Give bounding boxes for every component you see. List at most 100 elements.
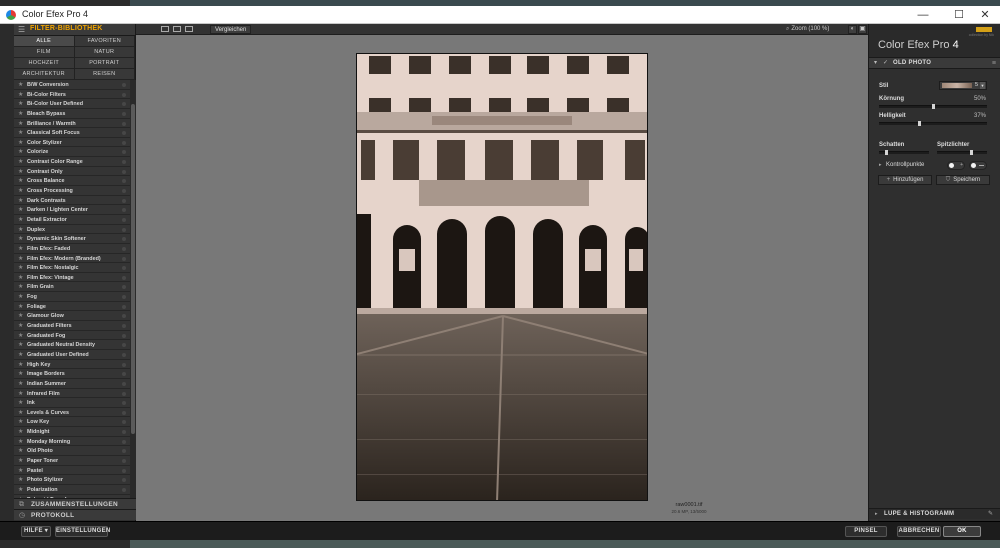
category-tab-alle[interactable]: ALLE (14, 36, 75, 47)
ok-button[interactable]: OK (943, 526, 981, 537)
favorite-star-icon[interactable]: ★ (18, 380, 23, 388)
filter-list-item[interactable]: ★ Old Photo (14, 446, 130, 456)
favorite-star-icon[interactable]: ★ (18, 293, 23, 301)
favorite-star-icon[interactable]: ★ (18, 467, 23, 475)
split-view-icon[interactable] (173, 26, 181, 32)
filter-menu-icon[interactable]: ≡ (992, 59, 996, 68)
koernung-slider-knob[interactable] (931, 104, 935, 109)
favorite-star-icon[interactable]: ★ (18, 139, 23, 147)
zoom-control[interactable]: ⌕ Zoom (100 %) (786, 25, 829, 34)
favorite-star-icon[interactable]: ★ (18, 312, 23, 320)
favorite-star-icon[interactable]: ★ (18, 418, 23, 426)
filter-list-item[interactable]: ★ Graduated Filters (14, 321, 130, 331)
filter-list-item[interactable]: ★ Infrared Film (14, 388, 130, 399)
filter-list-item[interactable]: ★ Low Key (14, 417, 130, 428)
favorite-star-icon[interactable]: ★ (18, 322, 23, 330)
filter-list-item[interactable]: ★ Bleach Bypass (14, 108, 130, 119)
loupe-histogram-section[interactable]: ▸ LUPE & HISTOGRAMM ✎ (869, 508, 1000, 519)
schatten-slider[interactable] (879, 150, 929, 155)
favorite-star-icon[interactable]: ★ (18, 235, 23, 243)
favorite-star-icon[interactable]: ★ (18, 264, 23, 272)
loupe-toggle-icon[interactable]: ▣ (858, 25, 867, 34)
settings-button[interactable]: EINSTELLUNGEN (55, 526, 110, 537)
filter-list-item[interactable]: ★ Colorize (14, 147, 130, 158)
filter-list-item[interactable]: ★ Contrast Color Range (14, 157, 130, 167)
category-tab-portrait[interactable]: PORTRAIT (74, 58, 135, 69)
filter-list-item[interactable]: ★ Darken / Lighten Center (14, 205, 130, 215)
spitzlichter-slider[interactable] (937, 150, 987, 155)
filter-list-item[interactable]: ★ Dark Contrasts (14, 195, 130, 206)
filter-list-item[interactable]: ★ Pastel (14, 465, 130, 476)
favorite-star-icon[interactable]: ★ (18, 120, 23, 128)
filter-list-item[interactable]: ★ Ink (14, 398, 130, 408)
filter-list-item[interactable]: ★ Glamour Glow (14, 311, 130, 322)
filter-list-item[interactable]: ★ Fog (14, 292, 130, 302)
menu-icon[interactable]: ☰ (18, 26, 25, 34)
filter-list-item[interactable]: ★ High Key (14, 359, 130, 370)
favorite-star-icon[interactable]: ★ (18, 197, 23, 205)
category-tab-natur[interactable]: NATUR (74, 47, 135, 58)
filter-list-item[interactable]: ★ Film Efex: Vintage (14, 272, 130, 283)
favorite-star-icon[interactable]: ★ (18, 91, 23, 99)
filter-list-item[interactable]: ★ Classical Soft Focus (14, 128, 130, 138)
chevron-right-icon[interactable]: ▸ (875, 511, 878, 517)
filter-list-item[interactable]: ★ Polarization (14, 484, 130, 495)
category-tab-reisen[interactable]: REISEN (74, 69, 135, 80)
favorite-star-icon[interactable]: ★ (18, 110, 23, 118)
filter-list-item[interactable]: ★ Film Efex: Nostalgic (14, 263, 130, 273)
filter-list-item[interactable]: ★ Monday Morning (14, 436, 130, 447)
filter-list-item[interactable]: ★ Levels & Curves (14, 407, 130, 418)
favorite-star-icon[interactable]: ★ (18, 100, 23, 108)
help-button[interactable]: HILFE ▾ (21, 526, 51, 537)
helligkeit-slider-knob[interactable] (917, 121, 921, 126)
filter-list-item[interactable]: ★ Color Stylizer (14, 137, 130, 148)
filter-list-item[interactable]: ★ Indian Summer (14, 378, 130, 389)
filter-list-item[interactable]: ★ Photo Stylizer (14, 475, 130, 485)
favorite-star-icon[interactable]: ★ (18, 409, 23, 417)
favorite-star-icon[interactable]: ★ (18, 177, 23, 185)
background-toggle-icon[interactable]: ◐ (848, 25, 857, 34)
favorite-star-icon[interactable]: ★ (18, 428, 23, 436)
category-tab-favoriten[interactable]: FAVORITEN (74, 36, 135, 47)
collapse-arrow-icon[interactable]: ▾ (874, 59, 877, 68)
chevron-right-icon[interactable]: ▸ (879, 162, 882, 168)
filter-list-item[interactable]: ★ Film Grain (14, 282, 130, 293)
filter-list-item[interactable]: ★ Duplex (14, 224, 130, 235)
category-tab-hochzeit[interactable]: HOCHZEIT (14, 58, 75, 69)
favorite-star-icon[interactable]: ★ (18, 216, 23, 224)
filter-list-item[interactable]: ★ Detail Extractor (14, 214, 130, 225)
category-tab-architektur[interactable]: ARCHITEKTUR (14, 69, 75, 80)
minimize-button[interactable]: — (908, 7, 938, 23)
close-button[interactable]: ✕ (970, 7, 1000, 23)
favorite-star-icon[interactable]: ★ (18, 486, 23, 494)
filter-list-item[interactable]: ★ Image Borders (14, 369, 130, 379)
favorite-star-icon[interactable]: ★ (18, 129, 23, 137)
presets-section[interactable]: ⧉ ZUSAMMENSTELLUNGEN (14, 498, 136, 509)
filter-list-item[interactable]: ★ Midnight (14, 427, 130, 437)
pin-icon[interactable]: ✎ (988, 510, 993, 519)
filter-list-item[interactable]: ★ Graduated User Defined (14, 349, 130, 360)
single-view-icon[interactable] (161, 26, 169, 32)
favorite-star-icon[interactable]: ★ (18, 245, 23, 253)
favorite-star-icon[interactable]: ★ (18, 168, 23, 176)
filter-list-item[interactable]: ★ Bi-Color Filters (14, 89, 130, 100)
favorite-star-icon[interactable]: ★ (18, 447, 23, 455)
favorite-star-icon[interactable]: ★ (18, 148, 23, 156)
image-preview-area[interactable]: raw0001.tif 20.6 MP, 13/5000 (136, 35, 868, 521)
filter-list-item[interactable]: ★ Graduated Neutral Density (14, 340, 130, 350)
add-positive-control-point-button[interactable]: + (947, 161, 965, 170)
save-preset-button[interactable]: ⛉ Speichern (936, 175, 990, 185)
favorite-star-icon[interactable]: ★ (18, 438, 23, 446)
favorite-star-icon[interactable]: ★ (18, 370, 23, 378)
scrollbar-thumb[interactable] (131, 104, 135, 434)
favorite-star-icon[interactable]: ★ (18, 283, 23, 291)
chevron-down-icon[interactable]: ▼ (980, 82, 985, 89)
filter-list-item[interactable]: ★ Dynamic Skin Softener (14, 234, 130, 244)
filter-list-item[interactable]: ★ Paper Toner (14, 455, 130, 466)
favorite-star-icon[interactable]: ★ (18, 332, 23, 340)
favorite-star-icon[interactable]: ★ (18, 158, 23, 166)
favorite-star-icon[interactable]: ★ (18, 187, 23, 195)
helligkeit-slider[interactable] (879, 121, 987, 126)
favorite-star-icon[interactable]: ★ (18, 476, 23, 484)
spitzlichter-slider-knob[interactable] (969, 150, 973, 155)
